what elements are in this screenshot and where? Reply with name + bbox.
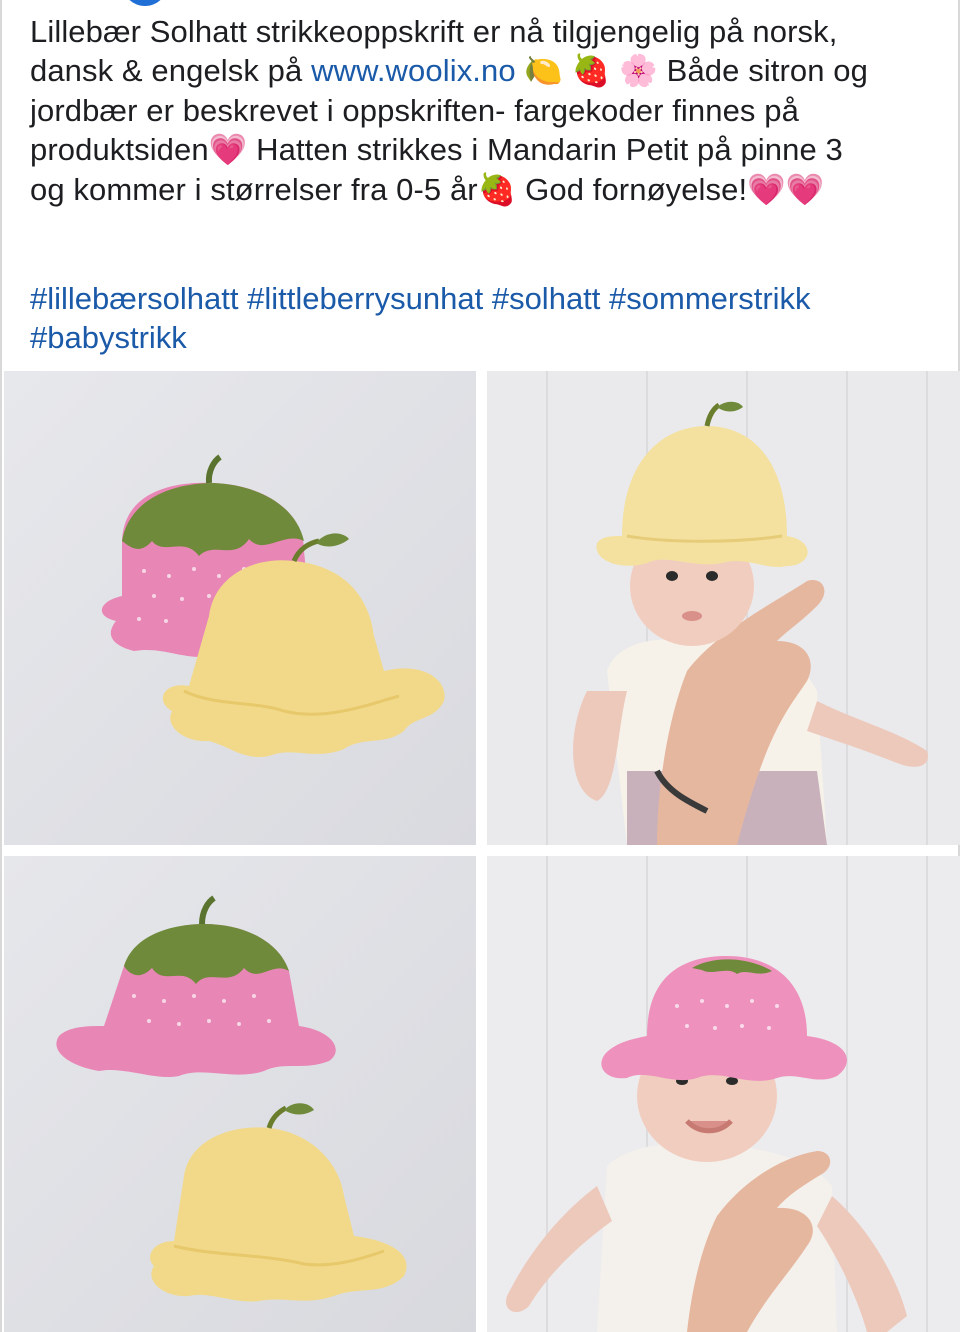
baby-yellow-hat-illustration <box>487 371 960 845</box>
hats-flatlay-illustration <box>4 371 476 845</box>
blossom-emoji-icon: 🌸 <box>619 53 658 89</box>
hashtag-link[interactable]: #littleberrysunhat <box>247 281 483 316</box>
hashtag-list: #lillebærsolhatt #littleberrysunhat #sol… <box>30 279 930 357</box>
hashtag-link[interactable]: #solhatt <box>492 281 601 316</box>
heart-emoji-icon: 💗 <box>747 172 786 208</box>
post-card: Lillebær Solhatt strikkeoppskrift er nå … <box>0 0 960 1332</box>
avatar[interactable] <box>122 0 168 6</box>
hats-stacked-illustration <box>4 856 476 1332</box>
hashtag-link[interactable]: #sommerstrikk <box>609 281 811 316</box>
hashtag-link[interactable]: #lillebærsolhatt <box>30 281 239 316</box>
caption-line-5: og kommer i størrelser fra 0-5 år🍓 God f… <box>30 172 825 208</box>
caption-line-1: Lillebær Solhatt strikkeoppskrift er nå … <box>30 14 838 49</box>
photo-hats-stacked[interactable] <box>4 856 476 1332</box>
photo-hats-flatlay[interactable] <box>4 371 476 845</box>
strawberry-emoji-icon: 🍓 <box>477 172 517 208</box>
baby-pink-hat-illustration <box>487 856 960 1332</box>
hashtag-link[interactable]: #babystrikk <box>30 320 187 355</box>
photo-baby-yellow-hat[interactable] <box>487 371 960 845</box>
strawberry-emoji-icon: 🍓 <box>571 53 611 89</box>
caption-line-2: dansk & engelsk på www.woolix.no 🍋 🍓 🌸 B… <box>30 53 868 89</box>
heart-emoji-icon: 💗 <box>785 172 825 208</box>
photo-baby-pink-hat[interactable] <box>487 856 960 1332</box>
heart-emoji-icon: 💗 <box>208 132 248 168</box>
caption-line-4: produktsiden💗 Hatten strikkes i Mandarin… <box>30 132 843 168</box>
woolix-link[interactable]: www.woolix.no <box>311 53 516 88</box>
post-caption: Lillebær Solhatt strikkeoppskrift er nå … <box>30 12 930 210</box>
lemon-emoji-icon: 🍋 <box>524 53 564 89</box>
caption-line-3: jordbær er beskrevet i oppskriften- farg… <box>30 93 799 128</box>
